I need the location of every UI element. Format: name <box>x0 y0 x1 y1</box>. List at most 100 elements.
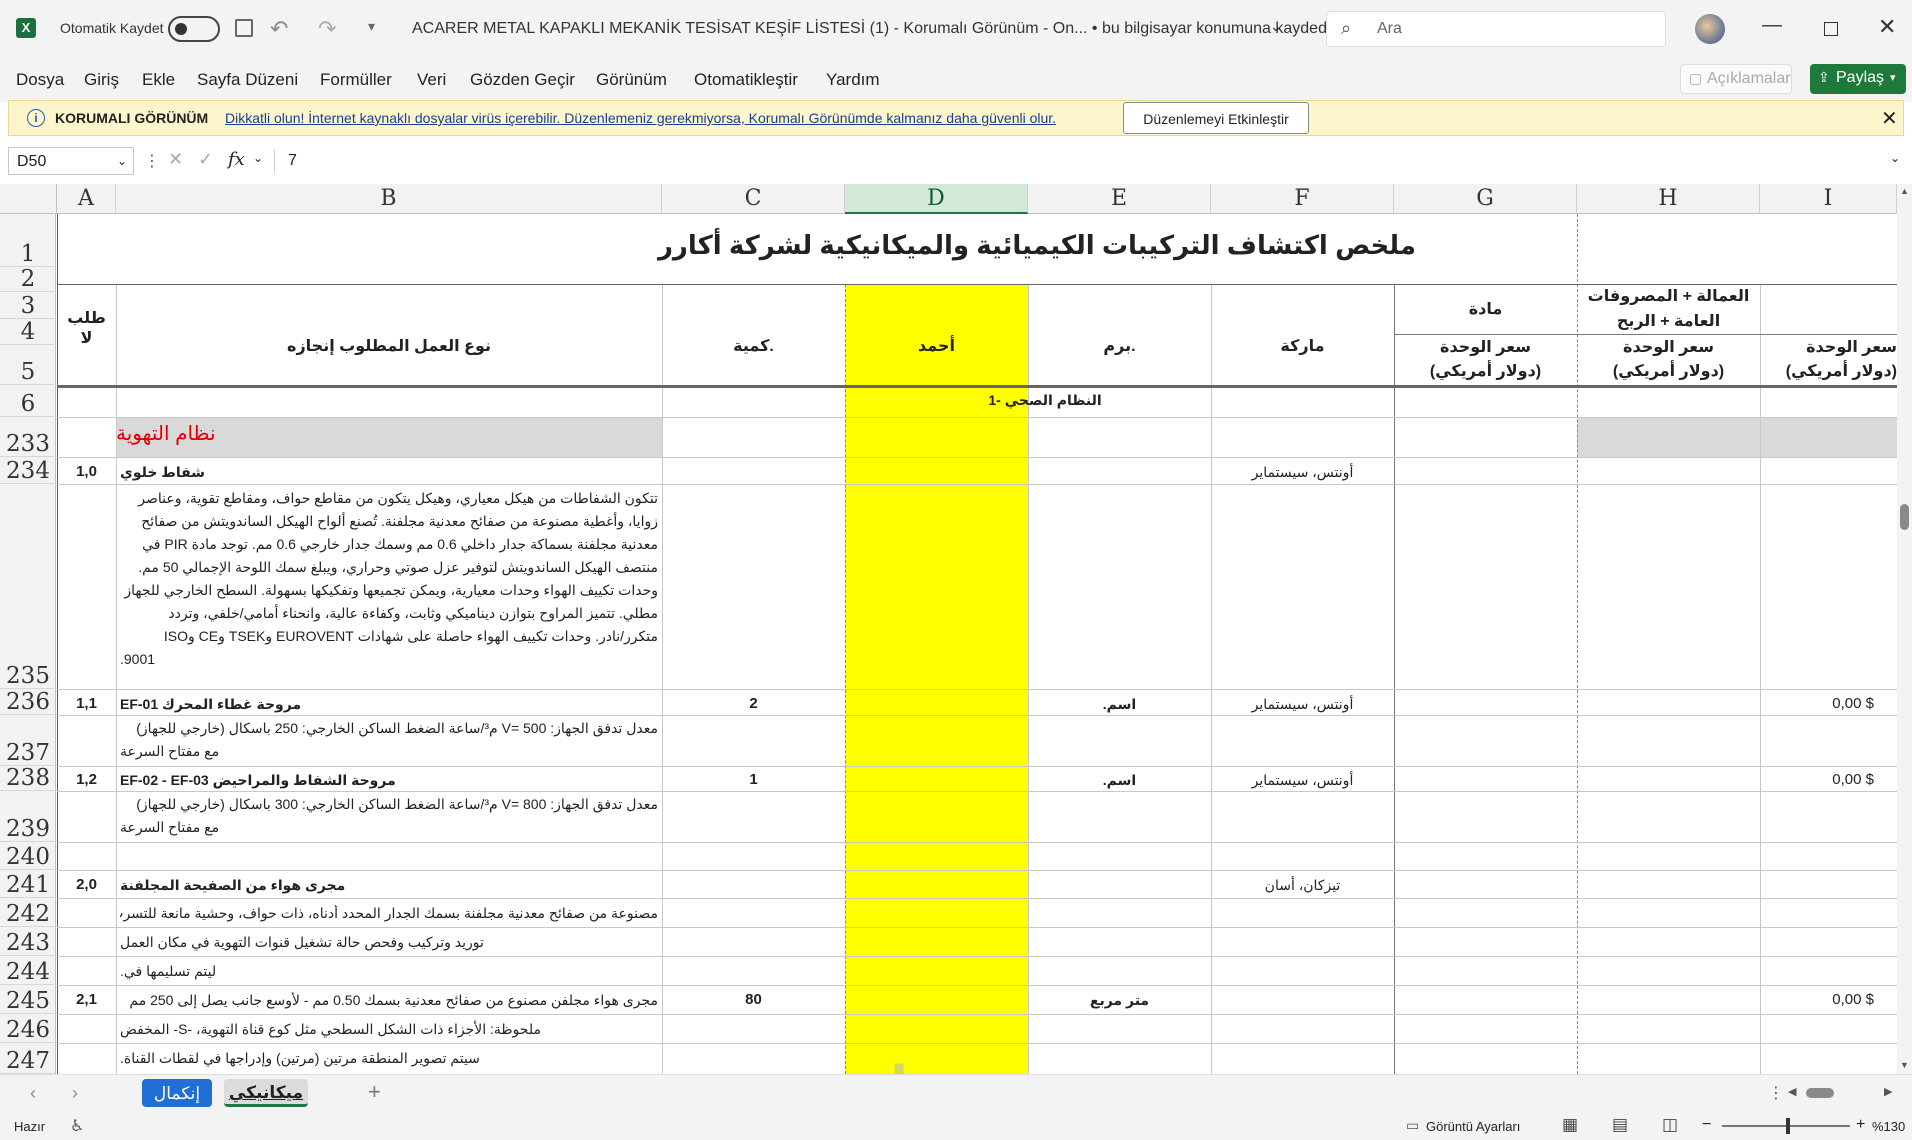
search-box[interactable]: ⌕ Ara <box>1326 11 1666 47</box>
minimize-icon[interactable]: — <box>1762 14 1782 37</box>
menu-home[interactable]: Giriş <box>84 70 119 90</box>
item-unit[interactable]: متر مربع <box>1028 992 1211 1009</box>
scroll-thumb[interactable] <box>1806 1088 1834 1098</box>
chevron-right-icon[interactable]: › <box>72 1083 78 1104</box>
desc-line[interactable]: توريد وتركيب وفحص حالة تشغيل قنوات التهو… <box>120 934 658 951</box>
select-all-corner[interactable] <box>0 184 57 214</box>
row-header[interactable]: 237 <box>0 715 56 766</box>
item-desc[interactable]: مروحة الشفاط والمراحيض EF-02 - EF-03 <box>120 772 658 789</box>
redo-icon[interactable]: ↷ <box>318 16 336 42</box>
item-desc[interactable]: مجرى هواء من الصفيحة المجلفنة <box>120 877 658 894</box>
desc-line[interactable]: مع مفتاح السرعة <box>120 819 658 836</box>
page-layout-icon[interactable]: ▤ <box>1612 1115 1628 1135</box>
row-header[interactable]: 4 <box>0 319 56 345</box>
column-header-i[interactable]: I <box>1760 184 1897 214</box>
row-header[interactable]: 3 <box>0 292 56 319</box>
header-unit-price-total[interactable]: سعر الوحدة (دولار أمريكي) <box>1760 336 1897 384</box>
header-unit-price-material[interactable]: سعر الوحدة (دولار أمريكي) <box>1394 336 1577 384</box>
row-header[interactable]: 245 <box>0 985 56 1014</box>
expand-formula-icon[interactable]: ⌄ <box>1890 151 1900 165</box>
display-settings-icon[interactable]: ▭ <box>1406 1117 1419 1134</box>
header-quantity[interactable]: كمية. <box>662 336 845 356</box>
customize-toolbar-icon[interactable]: ▾ <box>368 18 375 35</box>
desc-line[interactable]: معدل تدفق الجهاز: 500 =V م³/ساعة الضغط ا… <box>120 720 658 737</box>
item-brand[interactable]: أونتس، سيستماير <box>1211 772 1394 789</box>
desc-line[interactable]: 9001. <box>120 651 658 667</box>
desc-line[interactable]: ليتم تسليمها في. <box>120 963 658 980</box>
item-qty[interactable]: 80 <box>662 991 845 1008</box>
column-header-g[interactable]: G <box>1394 184 1577 214</box>
item-brand[interactable]: أونتس، سيستماير <box>1211 696 1394 713</box>
item-price[interactable]: 0,00 $ <box>1760 695 1874 712</box>
accessibility-icon[interactable]: ♿ <box>70 1116 84 1136</box>
row-header[interactable]: 246 <box>0 1014 56 1043</box>
menu-automate[interactable]: Otomatikleştir <box>694 70 798 90</box>
restore-icon[interactable] <box>1824 22 1838 36</box>
item-unit[interactable]: اسم. <box>1028 772 1211 789</box>
row-header[interactable]: 233 <box>0 417 56 457</box>
item-brand[interactable]: أونتس، سيستماير <box>1211 464 1394 481</box>
undo-icon[interactable]: ↶ <box>270 16 288 42</box>
item-no[interactable]: 1,1 <box>57 695 116 712</box>
item-desc[interactable]: شفاط خلوي <box>120 464 658 481</box>
zoom-slider-thumb[interactable] <box>1786 1118 1790 1134</box>
desc-line[interactable]: معدل تدفق الجهاز: 800 =V م³/ساعة الضغط ا… <box>120 796 658 813</box>
column-header-d[interactable]: D <box>845 184 1028 214</box>
menu-review[interactable]: Gözden Geçir <box>470 70 575 90</box>
more-icon[interactable]: ⋮ <box>144 151 160 171</box>
item-price[interactable]: 0,00 $ <box>1760 771 1874 788</box>
column-header-a[interactable]: A <box>57 184 116 214</box>
row-header[interactable]: 238 <box>0 766 56 791</box>
desc-line[interactable]: منتصف الهيكل الساندويتش لتوفير عزل صوتي … <box>120 559 658 576</box>
menu-file[interactable]: Dosya <box>16 70 64 90</box>
sheet-tab-ekmal[interactable]: إنكمال <box>142 1079 212 1107</box>
menu-data[interactable]: Veri <box>417 70 446 90</box>
row-header[interactable]: 239 <box>0 791 56 842</box>
row-header[interactable]: 241 <box>0 870 56 898</box>
desc-line[interactable]: متكرر/نادر. وحدات تكييف الهواء حاصلة على… <box>120 628 658 645</box>
item-brand[interactable]: تيزكان، أسان <box>1211 877 1394 894</box>
item-qty[interactable]: 2 <box>662 695 845 712</box>
vertical-scrollbar[interactable]: ▲ ▼ <box>1897 184 1912 1074</box>
name-box[interactable]: D50 ⌄ <box>8 147 134 175</box>
search-input[interactable]: Ara <box>1377 20 1402 38</box>
avatar[interactable] <box>1695 14 1725 44</box>
header-unit-price-labor[interactable]: سعر الوحدة (دولار أمريكي) <box>1577 336 1760 384</box>
worksheet-grid[interactable]: A B C D E F G H I 1 2 3 4 5 6 233 234 23… <box>0 184 1897 1074</box>
column-header-f[interactable]: F <box>1211 184 1394 214</box>
header-work-type[interactable]: نوع العمل المطلوب إنجازه <box>116 336 662 356</box>
more-icon[interactable]: ⋮ <box>1768 1083 1784 1103</box>
item-no[interactable]: 2,1 <box>57 991 116 1008</box>
ventilation-title[interactable]: نظام التهوية <box>116 421 656 446</box>
desc-line[interactable]: وحدات تكييف الهواء وحدات معيارية، ويمكن … <box>120 582 658 599</box>
save-icon[interactable] <box>235 19 253 37</box>
sheet-title[interactable]: ملخص اكتشاف التركيبات الكيميائية والميكا… <box>116 230 1416 261</box>
item-no[interactable]: 2,0 <box>57 876 116 893</box>
item-no[interactable]: 1,0 <box>57 463 116 480</box>
menu-page-layout[interactable]: Sayfa Düzeni <box>197 70 298 90</box>
row-header[interactable]: 234 <box>0 457 56 484</box>
desc-line[interactable]: معدنية مجلفنة بسماكة جدار داخلي 0.6 مم و… <box>120 536 658 553</box>
header-unit[interactable]: برم. <box>1028 336 1211 356</box>
section-label[interactable]: النظام الصحي -1 <box>845 392 1245 409</box>
scroll-down-icon[interactable]: ▼ <box>1900 1060 1909 1070</box>
desc-line[interactable]: تتكون الشفاطات من هيكل معياري، وهيكل يتك… <box>120 490 658 507</box>
header-brand[interactable]: ماركة <box>1211 336 1394 356</box>
row-header[interactable]: 2 <box>0 267 56 292</box>
column-header-c[interactable]: C <box>662 184 845 214</box>
desc-line[interactable]: مطلي. تتميز المراوح بتوازن ديناميكي وثاب… <box>120 605 658 622</box>
sheet-tab-mechanical[interactable]: ميكانيكي <box>224 1079 308 1107</box>
scroll-right-icon[interactable]: ▶ <box>1884 1085 1892 1098</box>
item-qty[interactable]: 1 <box>662 771 845 788</box>
menu-insert[interactable]: Ekle <box>142 70 175 90</box>
zoom-in-button[interactable]: + <box>1856 1116 1865 1134</box>
horizontal-scrollbar[interactable]: ◀ ▶ <box>1788 1085 1896 1101</box>
close-icon[interactable]: ✕ <box>1881 106 1898 131</box>
zoom-level[interactable]: %130 <box>1872 1119 1905 1134</box>
header-order-no[interactable]: طلب لا <box>57 309 116 349</box>
row-header[interactable]: 242 <box>0 898 56 927</box>
desc-line[interactable]: زوايا، وأغطية مصنوعة من صفائح معدنية مجل… <box>120 513 658 530</box>
zoom-out-button[interactable]: − <box>1702 1116 1711 1134</box>
document-title[interactable]: ACARER METAL KAPAKLI MEKANİK TESİSAT KEŞ… <box>412 20 1347 38</box>
item-desc[interactable]: مروحة غطاء المحرك EF-01 <box>120 696 658 713</box>
